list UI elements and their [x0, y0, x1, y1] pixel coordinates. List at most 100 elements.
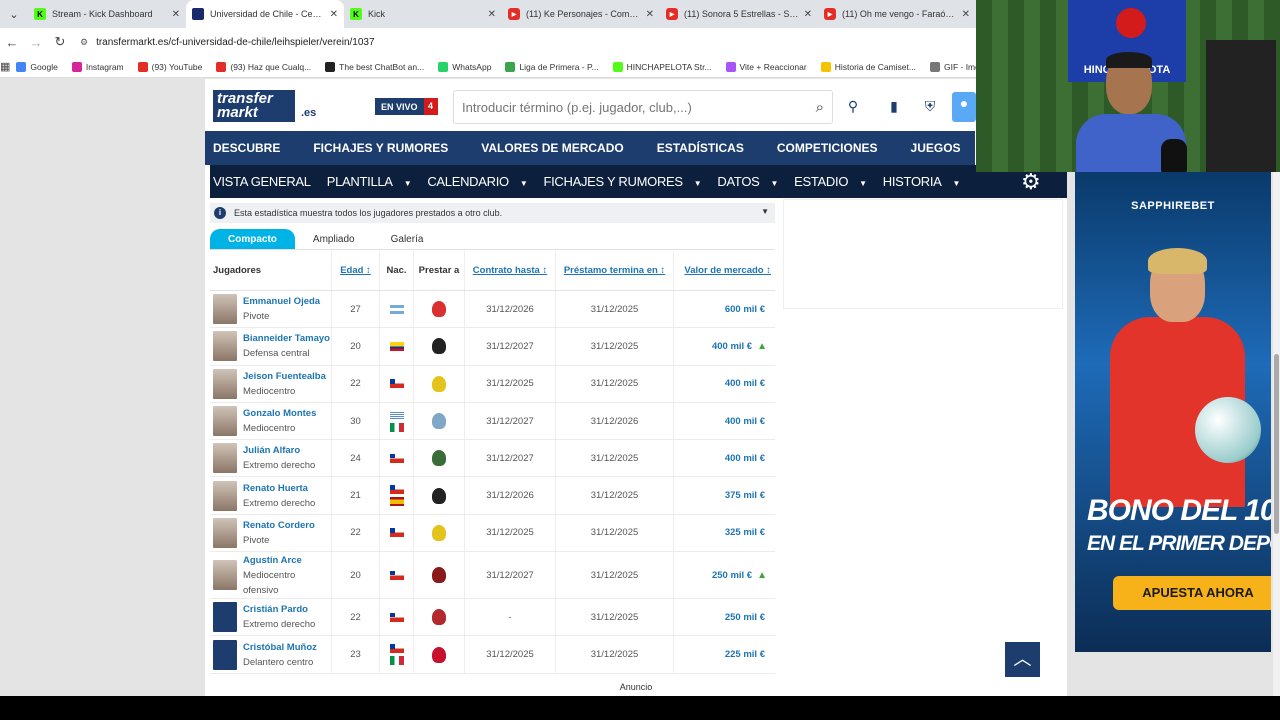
browser-tab[interactable]: K Kick ✕ — [344, 0, 502, 28]
player-name-link[interactable]: Gonzalo Montes — [243, 406, 316, 421]
sub-nav-item[interactable]: DATOS ▼ — [717, 174, 786, 189]
bookmark-icon[interactable]: ▮ — [883, 95, 905, 117]
search-icon[interactable]: ⌕ — [816, 99, 824, 116]
sub-nav-item[interactable]: FICHAJES Y RUMORES ▼ — [543, 174, 709, 189]
chevron-down-icon[interactable]: ▼ — [761, 207, 769, 216]
bookmark-item[interactable]: WhatsApp — [438, 61, 491, 72]
bookmark-favicon-icon — [505, 61, 516, 72]
loan-club-cell — [414, 552, 465, 599]
ad-cta-button[interactable]: APUESTA AHORA — [1113, 576, 1271, 610]
player-name-link[interactable]: Jeison Fuentealba — [243, 369, 326, 384]
player-cell: Renato Huerta Extremo derecho — [210, 477, 332, 514]
market-value-link[interactable]: 375 mil € — [725, 490, 765, 501]
browser-tab[interactable]: ▶ (11) Oh me vengo - Faraón Lov ✕ — [818, 0, 976, 28]
main-nav-item[interactable]: COMPETICIONES — [777, 141, 878, 155]
sub-nav-item[interactable]: CALENDARIO ▼ — [427, 174, 535, 189]
reload-icon[interactable]: ↻ — [48, 34, 72, 50]
forward-icon[interactable]: → — [24, 35, 48, 50]
browser-tab[interactable]: K Stream - Kick Dashboard ✕ — [28, 0, 186, 28]
site-info-icon[interactable]: ⚙ — [80, 37, 88, 48]
close-tab-icon[interactable]: ✕ — [804, 9, 812, 20]
market-value-link[interactable]: 400 mil € — [712, 341, 752, 352]
bookmark-item[interactable]: Liga de Primera - P... — [505, 61, 599, 72]
player-name-link[interactable]: Cristián Pardo — [243, 602, 315, 617]
club-crest-icon[interactable] — [432, 413, 446, 430]
club-crest-icon[interactable] — [432, 567, 446, 584]
sapphirebet-ad[interactable]: SAPPHIREBET BONO DEL 10 EN EL PRIMER DEP… — [1075, 172, 1271, 652]
close-tab-icon[interactable]: ✕ — [962, 9, 970, 20]
main-nav-item[interactable]: FICHAJES Y RUMORES — [313, 141, 448, 155]
nationality-flags — [389, 570, 404, 580]
club-crest-icon[interactable] — [432, 487, 446, 504]
market-value-link[interactable]: 600 mil € — [725, 304, 765, 315]
main-nav-item[interactable]: VALORES DE MERCADO — [481, 141, 623, 155]
shield-icon[interactable]: ⛨ — [919, 95, 941, 117]
club-crest-icon[interactable] — [432, 301, 446, 318]
view-tab[interactable]: Ampliado — [295, 229, 373, 249]
market-value-link[interactable]: 325 mil € — [725, 527, 765, 538]
settings-gear-icon[interactable]: ⚙ — [1021, 169, 1041, 195]
sub-nav-item[interactable]: PLANTILLA ▼ — [327, 174, 420, 189]
close-tab-icon[interactable]: ✕ — [488, 9, 496, 20]
col-market-value[interactable]: Valor de mercado ↕ — [674, 251, 775, 290]
player-name-link[interactable]: Cristóbal Muñoz — [243, 640, 317, 655]
player-name-link[interactable]: Renato Huerta — [243, 481, 315, 496]
browser-tab[interactable]: Universidad de Chile - Cedidos ✕ — [186, 0, 344, 28]
bookmark-item[interactable]: (93) YouTube — [137, 61, 202, 72]
search-input[interactable] — [462, 99, 816, 115]
club-crest-icon[interactable] — [432, 609, 446, 626]
player-name-link[interactable]: Agustín Arce — [243, 553, 313, 568]
bookmark-item[interactable]: Instagram — [71, 61, 124, 72]
browser-tab[interactable]: ▶ (11) Sonora 5 Estrellas - Supern ✕ — [660, 0, 818, 28]
player-position: Mediocentro ofensivo — [243, 569, 296, 596]
close-tab-icon[interactable]: ✕ — [646, 9, 654, 20]
sub-nav-item[interactable]: HISTORIA ▼ — [883, 174, 968, 189]
url-field[interactable]: ⚙ transfermarkt.es/cf-universidad-de-chi… — [80, 37, 375, 48]
player-name-link[interactable]: Julián Alfaro — [243, 443, 315, 458]
club-crest-icon[interactable] — [432, 375, 446, 392]
player-name-link[interactable]: Emmanuel Ojeda — [243, 294, 320, 309]
sub-nav-item[interactable]: ESTADIO ▼ — [794, 174, 875, 189]
bookmark-item[interactable]: The best ChatBot an... — [325, 61, 424, 72]
col-age[interactable]: Edad ↕ — [332, 251, 380, 290]
user-search-icon[interactable]: ⚲ — [842, 95, 864, 117]
bookmark-item[interactable]: Vite + Reaccionar — [725, 61, 807, 72]
club-crest-icon[interactable] — [432, 338, 446, 355]
market-value-link[interactable]: 400 mil € — [725, 378, 765, 389]
back-icon[interactable]: ← — [0, 35, 24, 50]
apps-icon[interactable]: ▦ — [0, 60, 10, 73]
bookmark-item[interactable]: Google — [16, 61, 58, 72]
player-name-link[interactable]: Renato Cordero — [243, 518, 315, 533]
bookmark-item[interactable]: (93) Haz que Cualq... — [216, 61, 311, 72]
live-button[interactable]: EN VIVO 4 — [375, 98, 438, 115]
scroll-to-top-button[interactable]: ︿ — [1005, 642, 1040, 677]
market-value-link[interactable]: 250 mil € — [725, 612, 765, 623]
main-nav-item[interactable]: DESCUBRE — [213, 141, 280, 155]
club-crest-icon[interactable] — [432, 450, 446, 467]
player-cell: Jeison Fuentealba Mediocentro — [210, 365, 332, 402]
info-bar[interactable]: i Esta estadística muestra todos los jug… — [210, 203, 775, 223]
account-icon[interactable]: ● — [952, 92, 976, 122]
bookmark-item[interactable]: HINCHAPELOTA Str... — [612, 61, 712, 72]
col-loan-ends[interactable]: Préstamo termina en ↕ — [556, 251, 674, 290]
tab-search-icon[interactable]: ⌄ — [0, 0, 28, 28]
market-value-link[interactable]: 225 mil € — [725, 649, 765, 660]
close-tab-icon[interactable]: ✕ — [330, 9, 338, 20]
market-value-link[interactable]: 400 mil € — [725, 416, 765, 427]
main-nav-item[interactable]: JUEGOS — [911, 141, 961, 155]
player-name-link[interactable]: Bianneider Tamayo — [243, 331, 330, 346]
club-crest-icon[interactable] — [432, 646, 446, 663]
transfermarkt-logo[interactable]: transfer markt — [213, 90, 295, 122]
market-value-link[interactable]: 400 mil € — [725, 453, 765, 464]
sub-nav-item[interactable]: VISTA GENERAL — [213, 174, 319, 189]
main-nav-item[interactable]: ESTADÍSTICAS — [657, 141, 744, 155]
view-tab[interactable]: Compacto — [210, 229, 295, 249]
bookmark-item[interactable]: Historia de Camiset... — [820, 61, 916, 72]
view-tab[interactable]: Galería — [373, 229, 442, 249]
scrollbar-thumb[interactable] — [1274, 354, 1279, 534]
col-contract[interactable]: Contrato hasta ↕ — [465, 251, 556, 290]
market-value-link[interactable]: 250 mil € — [712, 570, 752, 581]
browser-tab[interactable]: ▶ (11) Ke Personajes - Como La F ✕ — [502, 0, 660, 28]
close-tab-icon[interactable]: ✕ — [172, 9, 180, 20]
club-crest-icon[interactable] — [432, 524, 446, 541]
